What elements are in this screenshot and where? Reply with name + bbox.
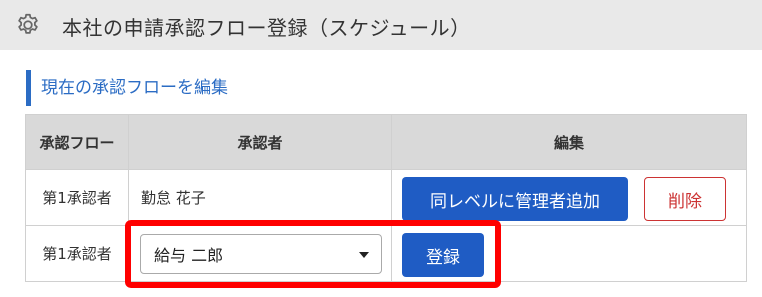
column-header-edit: 編集 (391, 114, 747, 170)
page-header: 本社の申請承認フロー登録（スケジュール） (0, 0, 762, 50)
row-2-flow-label: 第1承認者 (25, 225, 129, 282)
add-same-level-admin-button[interactable]: 同レベルに管理者追加 (402, 177, 628, 221)
gear-icon (18, 13, 38, 34)
delete-button[interactable]: 削除 (644, 177, 726, 221)
row-1-approver: 勤怠 花子 (128, 169, 392, 226)
highlight-box (125, 220, 501, 288)
column-header-approver: 承認者 (128, 114, 392, 170)
row-1-flow-label: 第1承認者 (25, 169, 129, 226)
page-title: 本社の申請承認フロー登録（スケジュール） (62, 16, 471, 40)
column-header-flow: 承認フロー (25, 114, 129, 170)
section-title: 現在の承認フローを編集 (26, 70, 228, 106)
